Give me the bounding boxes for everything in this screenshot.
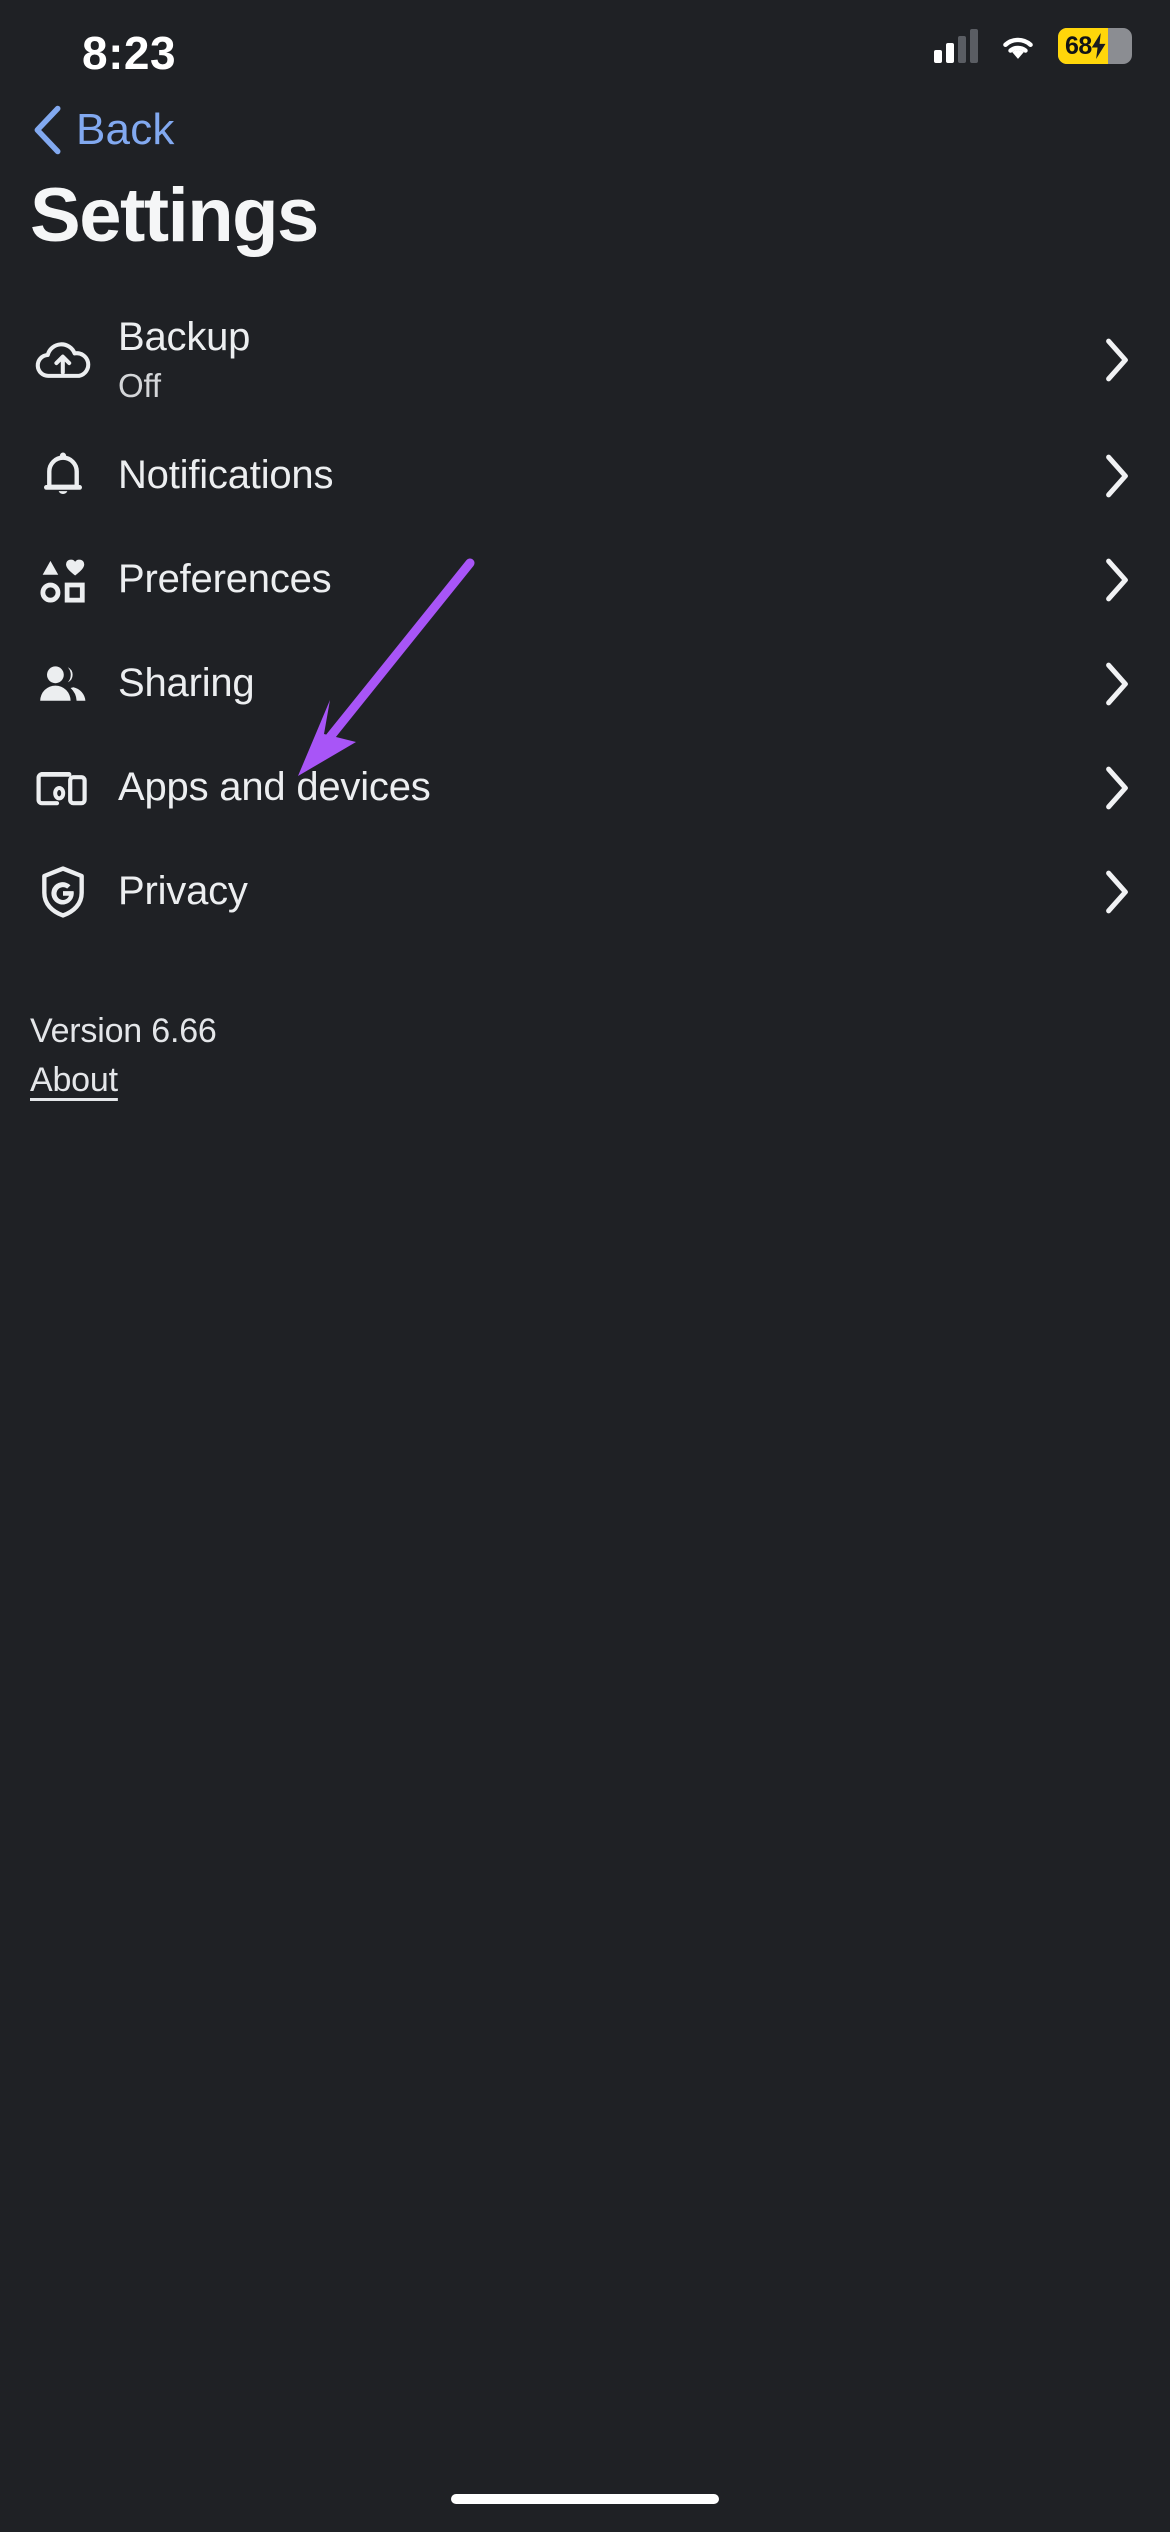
wifi-icon bbox=[1003, 37, 1033, 59]
list-item-sharing[interactable]: Sharing bbox=[0, 632, 1170, 736]
chevron-right-icon[interactable] bbox=[1100, 865, 1134, 919]
about-link[interactable]: About bbox=[30, 1061, 118, 1100]
battery-percent-label: 68 bbox=[1065, 31, 1092, 60]
back-button[interactable]: Back bbox=[22, 96, 185, 164]
status-bar-time: 8:23 bbox=[82, 27, 177, 79]
shapes-icon bbox=[30, 547, 96, 613]
list-item-sublabel: Off bbox=[118, 366, 161, 404]
bell-icon bbox=[30, 443, 96, 509]
list-item-text: Privacy bbox=[118, 868, 1100, 915]
lightning-bolt-icon bbox=[1091, 33, 1106, 59]
chevron-right-icon[interactable] bbox=[1100, 761, 1134, 815]
list-item-text: Backup Off bbox=[118, 314, 1100, 406]
cloud-upload-icon bbox=[30, 327, 96, 393]
footer: Version 6.66 About bbox=[30, 1012, 217, 1100]
chevron-right-icon[interactable] bbox=[1100, 333, 1134, 387]
list-item-label: Apps and devices bbox=[118, 765, 431, 810]
chevron-right-icon[interactable] bbox=[1100, 657, 1134, 711]
list-item-label: Notifications bbox=[118, 453, 334, 498]
cellular-signal-icon bbox=[934, 29, 978, 63]
chevron-right-icon[interactable] bbox=[1100, 553, 1134, 607]
people-icon bbox=[30, 651, 96, 717]
back-button-label: Back bbox=[76, 105, 175, 154]
list-item-label: Preferences bbox=[118, 557, 332, 602]
devices-icon bbox=[30, 755, 96, 821]
list-item-privacy[interactable]: Privacy bbox=[0, 840, 1170, 944]
page-title: Settings bbox=[30, 173, 319, 258]
chevron-right-icon[interactable] bbox=[1100, 449, 1134, 503]
list-item-label: Sharing bbox=[118, 661, 255, 706]
list-item-label: Backup bbox=[118, 314, 251, 359]
status-bar-indicators: 68 bbox=[934, 28, 1132, 64]
list-item-notifications[interactable]: Notifications bbox=[0, 424, 1170, 528]
list-item-preferences[interactable]: Preferences bbox=[0, 528, 1170, 632]
settings-list: Backup Off Notifications Preferences Sha… bbox=[0, 296, 1170, 944]
list-item-text: Preferences bbox=[118, 556, 1100, 603]
list-item-apps-and-devices[interactable]: Apps and devices bbox=[0, 736, 1170, 840]
version-label: Version 6.66 bbox=[30, 1012, 217, 1050]
list-item-backup[interactable]: Backup Off bbox=[0, 296, 1170, 424]
list-item-text: Apps and devices bbox=[118, 764, 1100, 811]
list-item-text: Notifications bbox=[118, 452, 1100, 499]
list-item-label: Privacy bbox=[118, 869, 248, 914]
shield-g-icon bbox=[30, 859, 96, 925]
home-indicator-bar bbox=[451, 2494, 719, 2504]
battery-charging-icon: 68 bbox=[1058, 28, 1132, 64]
chevron-left-icon bbox=[34, 105, 61, 155]
phone-screen: 8:23 68 Back Settings Backup Off Notific… bbox=[0, 0, 1170, 2532]
list-item-text: Sharing bbox=[118, 660, 1100, 707]
